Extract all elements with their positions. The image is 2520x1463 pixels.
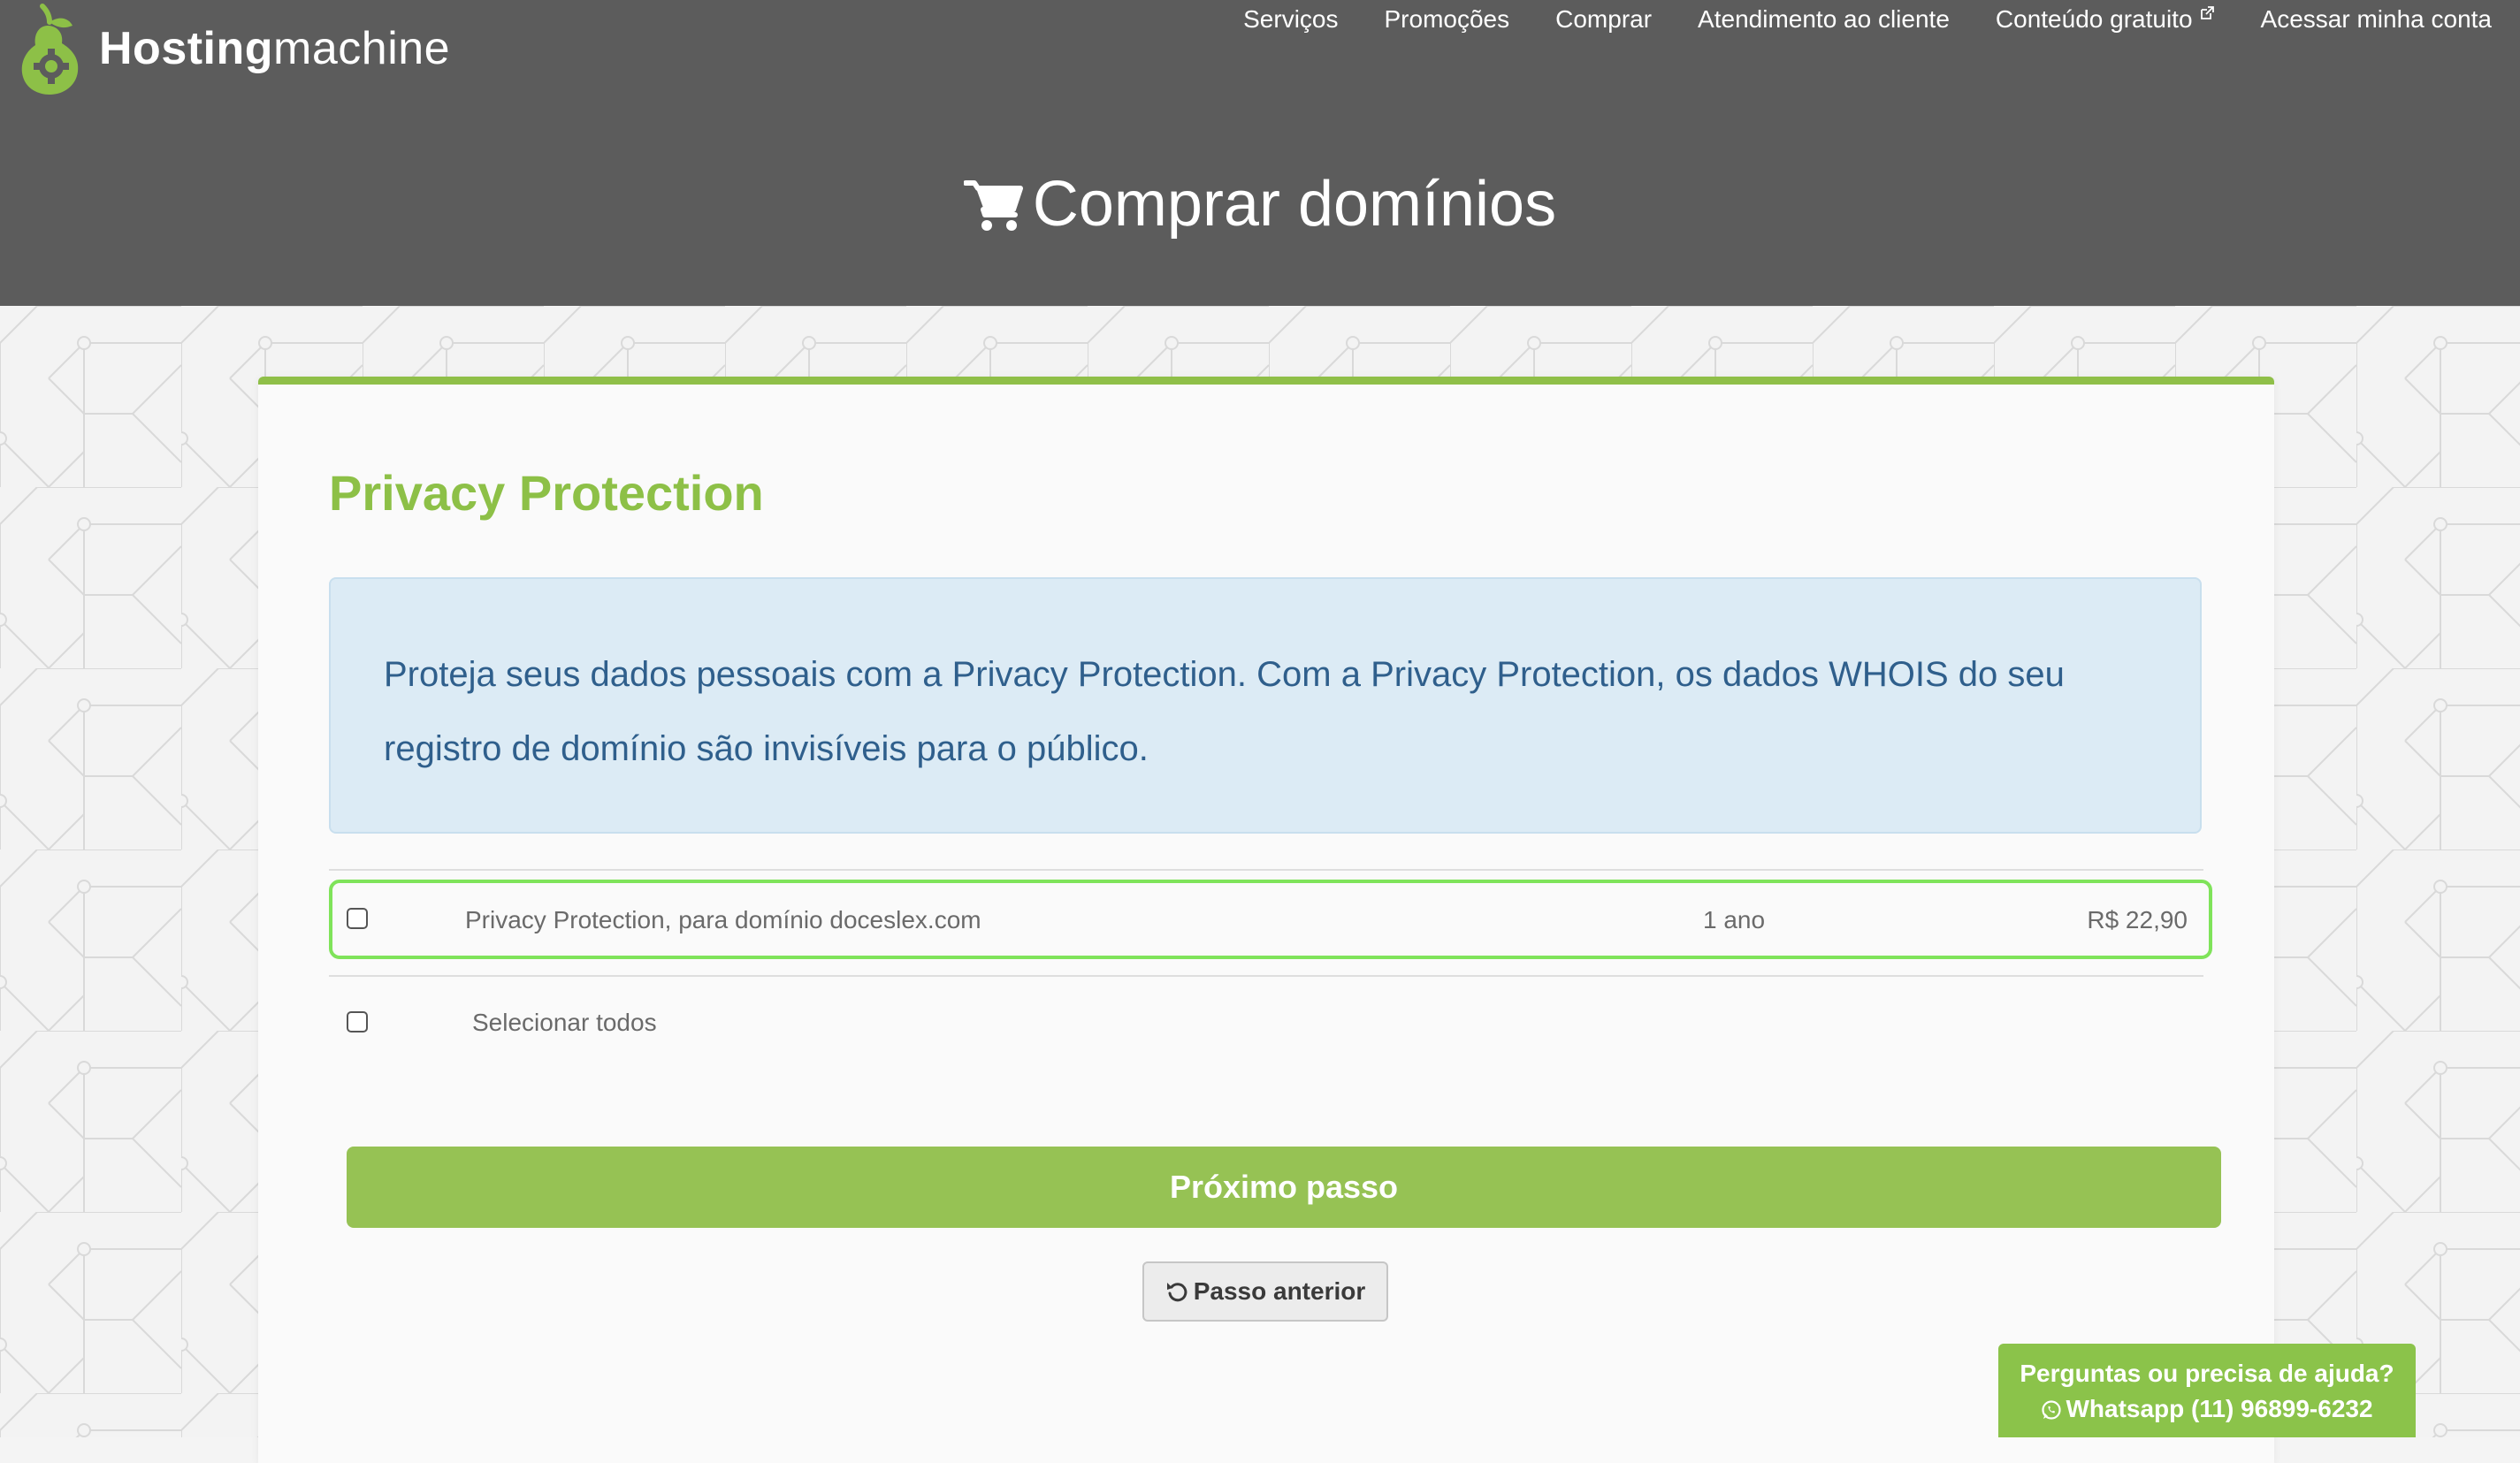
privacy-option-price: R$ 22,90 — [2087, 906, 2188, 933]
logo-text: Hostingmachine — [99, 22, 450, 75]
info-box: Proteja seus dados pessoais com a Privac… — [329, 577, 2202, 834]
divider-top — [329, 869, 2203, 871]
divider-bottom — [329, 975, 2203, 977]
main-nav: Serviços Promoções Comprar Atendimento a… — [1197, 0, 2492, 39]
nav-item-conteudo-gratuito[interactable]: Conteúdo gratuito — [1996, 5, 2215, 34]
privacy-option-checkbox[interactable] — [347, 908, 368, 929]
nav-item-atendimento[interactable]: Atendimento ao cliente — [1698, 5, 1950, 34]
help-widget[interactable]: Perguntas ou precisa de ajuda? Whatsapp … — [1998, 1344, 2416, 1437]
privacy-card: Privacy Protection Proteja seus dados pe… — [258, 377, 2274, 1463]
nav-item-comprar[interactable]: Comprar — [1555, 5, 1652, 34]
cart-icon — [963, 180, 1023, 231]
nav-item-conteudo-label: Conteúdo gratuito — [1995, 5, 2193, 33]
nav-item-minha-conta[interactable]: Acessar minha conta — [2261, 5, 2492, 34]
previous-step-label: Passo anterior — [1193, 1277, 1366, 1305]
whatsapp-icon — [2042, 1400, 2062, 1420]
info-text: Proteja seus dados pessoais com a Privac… — [384, 655, 2065, 768]
select-all-checkbox[interactable] — [347, 1011, 368, 1032]
help-widget-line2: Whatsapp (11) 96899-6232 — [2066, 1395, 2373, 1422]
logo-text-bold: Hosting — [99, 23, 274, 74]
pear-gear-icon — [21, 4, 79, 95]
privacy-option-label: Privacy Protection, para domínio docesle… — [465, 906, 981, 933]
nav-item-promocoes[interactable]: Promoções — [1385, 5, 1510, 34]
privacy-option-row[interactable]: Privacy Protection, para domínio docesle… — [329, 880, 2212, 959]
site-header: Hostingmachine Serviços Promoções Compra… — [0, 0, 2520, 306]
undo-icon — [1166, 1283, 1187, 1302]
help-widget-line1: Perguntas ou precisa de ajuda? — [2020, 1360, 2394, 1387]
next-step-button[interactable]: Próximo passo — [347, 1147, 2221, 1228]
previous-step-button[interactable]: Passo anterior — [1142, 1261, 1388, 1322]
nav-item-servicos[interactable]: Serviços — [1243, 5, 1338, 34]
page-title-text: Comprar domínios — [1032, 169, 1557, 240]
page-title: Comprar domínios — [0, 164, 2520, 244]
select-all-label[interactable]: Selecionar todos — [472, 1009, 657, 1037]
logo[interactable]: Hostingmachine — [16, 2, 450, 95]
help-widget-line2-wrap: Whatsapp (11) 96899-6232 — [1998, 1391, 2416, 1427]
privacy-option-period: 1 ano — [1703, 906, 1766, 933]
card-heading: Privacy Protection — [329, 465, 764, 521]
logo-text-light: machine — [273, 23, 451, 74]
external-link-icon — [2195, 6, 2215, 25]
